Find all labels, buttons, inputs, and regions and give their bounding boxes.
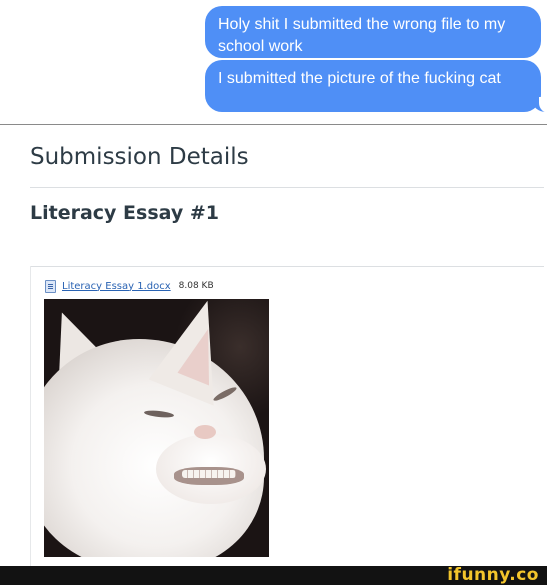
document-icon	[45, 279, 56, 293]
divider	[30, 187, 544, 188]
divider	[30, 266, 544, 267]
cat-teeth	[182, 470, 236, 478]
divider	[0, 124, 547, 125]
content-border	[30, 266, 31, 566]
message-text: Holy shit I submitted the wrong file to …	[218, 16, 506, 55]
message-bubble[interactable]: I submitted the picture of the fucking c…	[205, 60, 547, 113]
attachment-row: Literacy Essay 1.docx 8.08 KB	[45, 278, 214, 294]
submission-panel: Submission Details Literacy Essay #1 Lit…	[0, 126, 547, 566]
attachment-size: 8.08 KB	[178, 281, 214, 291]
submitted-cat-image	[44, 299, 269, 557]
message-text: I submitted the picture of the fucking c…	[218, 70, 501, 87]
page-title: Submission Details	[30, 144, 249, 170]
ifunny-watermark: ifunny.co	[447, 565, 539, 585]
message-bubble[interactable]: Holy shit I submitted the wrong file to …	[205, 6, 541, 58]
chat-thread: Holy shit I submitted the wrong file to …	[0, 0, 547, 124]
cat-nose	[194, 425, 216, 439]
assignment-name: Literacy Essay #1	[30, 202, 220, 224]
attachment-link[interactable]: Literacy Essay 1.docx	[62, 281, 171, 292]
watermark-bar: ifunny.co	[0, 565, 547, 585]
